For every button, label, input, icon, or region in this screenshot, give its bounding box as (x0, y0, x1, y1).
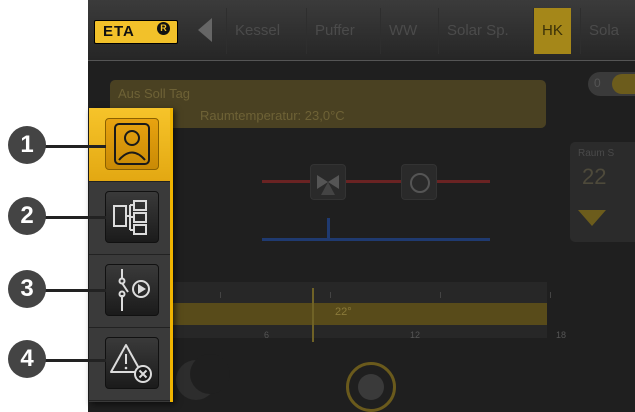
decrease-arrow-icon[interactable] (578, 210, 606, 226)
day-mode-sun-icon[interactable] (346, 362, 396, 412)
toggle-label: 0 (594, 76, 601, 90)
side-slot-errors[interactable] (89, 327, 170, 401)
schedule-bar[interactable]: 22° (150, 303, 547, 325)
tab-solar-sp[interactable]: Solar Sp. (438, 8, 517, 54)
eta-logo: ETA R (94, 20, 178, 44)
pump-icon[interactable] (401, 164, 437, 200)
overview-button[interactable] (105, 191, 159, 243)
room-setpoint-card[interactable]: Raum S 22 (570, 142, 635, 242)
timeline-tick (440, 292, 441, 298)
mixing-valve-icon[interactable] (310, 164, 346, 200)
room-card-value: 22 (582, 164, 607, 189)
timeline-tick-label: 18 (556, 330, 567, 340)
toggle-knob (612, 74, 635, 94)
tab-hk[interactable]: HK (533, 8, 571, 54)
timeline-tick (220, 292, 221, 298)
schedule-bar-value: 22° (335, 306, 352, 318)
callout-leader-line (40, 216, 106, 219)
status-info-box: Aus Soll Tag Raumtemperatur: 23,0°C (110, 80, 546, 128)
valve-pump-icon (118, 269, 150, 311)
callout-leader-line (40, 359, 106, 362)
callout-leader-line (40, 145, 106, 148)
callout-1: 1 (8, 126, 46, 164)
callout-3: 3 (8, 270, 46, 308)
callout-leader-line (40, 289, 106, 292)
timeline-tick (550, 292, 551, 298)
callout-4: 4 (8, 340, 46, 378)
mode-toggle[interactable]: 0 (588, 72, 635, 96)
timeline-tick-label: 12 (410, 330, 421, 340)
tab-solar[interactable]: Sola (580, 8, 627, 54)
room-temperature-text: Raumtemperatur: 23,0°C (200, 108, 345, 123)
callout-2: 2 (8, 197, 46, 235)
back-arrow-icon[interactable] (198, 18, 212, 42)
logo-text: ETA (103, 23, 135, 40)
warning-cancel-icon (110, 344, 152, 383)
timeline-tick (330, 292, 331, 298)
tab-ww[interactable]: WW (380, 8, 425, 54)
return-pipe (262, 238, 490, 241)
user-icon (114, 123, 150, 165)
side-menu-panel (89, 108, 173, 402)
top-navigation-bar: ETA R Kessel Puffer WW Solar Sp. HK Sola (88, 0, 635, 61)
overview-tree-icon (113, 200, 147, 235)
tab-kessel[interactable]: Kessel (226, 8, 288, 54)
components-button[interactable] (105, 264, 159, 316)
errors-button[interactable] (105, 337, 159, 389)
room-card-label: Raum S (578, 148, 615, 159)
current-time-marker (312, 288, 314, 342)
tab-puffer[interactable]: Puffer (306, 8, 363, 54)
moon-mask (190, 354, 230, 394)
status-mode-text: Aus Soll Tag (118, 86, 191, 101)
registered-mark: R (157, 22, 170, 35)
supply-pipe (262, 180, 490, 183)
bypass-pipe (327, 218, 330, 240)
user-button[interactable] (105, 118, 159, 170)
timeline-tick-label: 6 (264, 330, 270, 340)
